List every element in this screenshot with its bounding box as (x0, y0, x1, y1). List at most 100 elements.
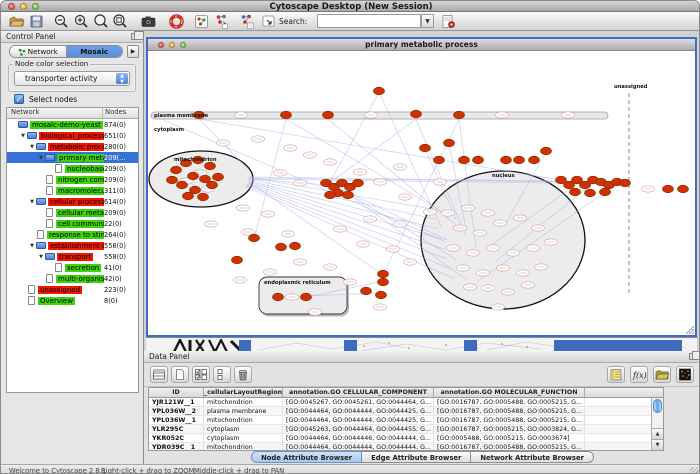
attribute-table-button[interactable] (150, 366, 168, 383)
search-input[interactable] (317, 14, 421, 28)
table-cell: YKR052C (149, 434, 204, 442)
tab-network-attribute-browser[interactable]: Network Attribute Browser (471, 451, 594, 463)
tree-row[interactable]: cell communicat22(0) (7, 218, 138, 229)
zoom-in-icon[interactable] (73, 13, 90, 30)
tree-row[interactable]: Overview8(0) (7, 295, 138, 306)
status-bar: Welcome to Cytoscape 2.8.1 Right-click +… (1, 464, 700, 474)
network-edit-1-icon[interactable] (214, 13, 231, 30)
zoom-fit-icon[interactable] (93, 13, 110, 30)
table-row[interactable]: YPL036W__1mitochondrion[GO:0044464, GO:0… (149, 416, 651, 425)
view-filter-icon[interactable] (260, 13, 277, 30)
column-header[interactable]: _cellularLayoutRegion (204, 388, 283, 397)
file-icon (28, 285, 35, 294)
tab-overflow-button[interactable]: ▶ (127, 45, 139, 58)
attribute-list-button[interactable] (607, 366, 625, 383)
new-attribute-button[interactable] (171, 366, 189, 383)
scroll-up-button[interactable]: ▲ (652, 428, 663, 439)
node-color-select-value: transporter activity (25, 74, 97, 83)
tree-column-nodes[interactable]: Nodes (103, 108, 138, 118)
tree-row[interactable]: unassigned223(0) (7, 284, 138, 295)
help-ring-icon[interactable] (168, 13, 185, 30)
tree-row[interactable]: ▼metabolic process280(0) (7, 141, 138, 152)
column-header[interactable]: annotation.GO MOLECULAR_FUNCTION (434, 388, 585, 397)
folder-icon (27, 132, 37, 139)
tab-mosaic[interactable]: Mosaic (67, 46, 123, 57)
background-window-fragment[interactable] (146, 337, 697, 351)
tree-row[interactable]: mosaic-demo-yeast874(0) (7, 119, 138, 130)
table-row[interactable]: YPL036W__2plasma membrane[GO:0044464, GO… (149, 407, 651, 416)
tab-edge-attribute-browser[interactable]: Edge Attribute Browser (362, 451, 471, 463)
tree-row-node-count: 264(0) (104, 231, 138, 239)
resize-grip[interactable] (690, 467, 700, 474)
network-edit-2-icon[interactable] (239, 13, 256, 30)
table-row[interactable]: YKR052Ccytoplasm[GO:0044464, GO:0044446,… (149, 434, 651, 443)
tree-row-node-count: 8(0) (104, 297, 138, 305)
zoom-selected-icon[interactable] (112, 13, 129, 30)
import-attributes-button[interactable] (653, 366, 671, 383)
float-panel-icon[interactable] (131, 33, 139, 40)
attribute-tool-icon[interactable] (440, 13, 457, 30)
table-cell: cytoplasm (204, 425, 283, 433)
zoom-out-icon[interactable] (53, 13, 70, 30)
tree-row[interactable]: secretion41(0) (7, 262, 138, 273)
table-row[interactable]: YJR121W__1mitochondrion[GO:0045267, GO:0… (149, 398, 651, 407)
column-header[interactable]: annotation.GO CELLULAR_COMPONENT (283, 388, 434, 397)
status-welcome: Welcome to Cytoscape 2.8.1 (9, 467, 106, 474)
tree-row[interactable]: ▼primary metabol209(... (7, 152, 138, 163)
column-header[interactable]: ID (149, 388, 204, 397)
tree-row[interactable]: macromolecule311(0) (7, 185, 138, 196)
tree-row[interactable]: response to stimulu264(0) (7, 229, 138, 240)
float-panel-icon[interactable] (689, 353, 697, 360)
attribute-matrix-button[interactable] (676, 366, 694, 383)
tab-node-attribute-browser[interactable]: Node Attribute Browser (251, 451, 362, 463)
open-folder-icon[interactable] (8, 13, 25, 30)
tree-row-label: response to stimulu (47, 231, 104, 239)
tree-row[interactable]: multi-organism pro42(0) (7, 273, 138, 284)
tab-network[interactable]: Network (10, 46, 67, 57)
search-label: Search: (279, 17, 307, 26)
camera-icon[interactable] (140, 13, 157, 30)
table-cell: [GO:0005488, GO:0005215, GO:0003674] (434, 434, 585, 442)
tree-row[interactable]: nucleobase-co209(0) (7, 163, 138, 174)
cytoscape-window: Cytoscape Desktop (New Session) Search: … (0, 0, 700, 474)
network-canvas[interactable]: plasma membranecytoplasmmitochondrionnuc… (148, 51, 695, 335)
tree-expander-icon[interactable]: ▼ (28, 243, 36, 249)
select-nodes-row: ✓ Select nodes (14, 93, 77, 105)
network-view-titlebar[interactable]: primary metabolic process (148, 39, 695, 51)
tree-row[interactable]: ▼establishment of lo558(0) (7, 240, 138, 251)
tree-row[interactable]: ▼biological_process651(0) (7, 130, 138, 141)
tree-row[interactable]: ▼transport558(0) (7, 251, 138, 262)
save-icon[interactable] (28, 13, 45, 30)
tree-expander-icon[interactable]: ▼ (28, 144, 36, 150)
tree-expander-icon[interactable]: ▼ (28, 199, 36, 205)
table-cell: mitochondrion (204, 398, 283, 406)
tree-row-node-count: 651(0) (104, 132, 138, 140)
network-box-icon[interactable] (193, 13, 210, 30)
svg-text:plasma membrane: plasma membrane (154, 113, 209, 119)
select-attributes-button[interactable] (192, 366, 210, 383)
scrollbar-thumb[interactable] (653, 399, 662, 413)
tree-expander-icon[interactable]: ▼ (19, 133, 27, 139)
delete-attribute-button[interactable] (234, 366, 252, 383)
tree-column-network[interactable]: Network (7, 108, 103, 118)
select-nodes-checkbox[interactable]: ✓ (14, 94, 24, 104)
network-view-window[interactable]: primary metabolic process plasma membran… (146, 37, 697, 337)
search-dropdown-button[interactable]: ▼ (421, 14, 434, 28)
tree-row[interactable]: cellular metabol209(0) (7, 207, 138, 218)
table-cell: YPL036W__1 (149, 416, 204, 424)
table-row[interactable]: YLR295Ccytoplasm[GO:0045263, GO:0044464,… (149, 425, 651, 434)
scroll-down-button[interactable]: ▼ (652, 439, 663, 450)
tree-expander-icon[interactable]: ▼ (37, 155, 45, 161)
unselect-attributes-button[interactable] (213, 366, 231, 383)
data-panel-title: Data Panel (149, 352, 190, 361)
tree-row-node-count: 209(0) (104, 209, 138, 217)
tree-expander-icon[interactable]: ▼ (37, 254, 45, 260)
table-scrollbar[interactable]: ▲ ▼ (651, 398, 663, 450)
tree-row-label: nucleobase-co (65, 165, 104, 173)
function-builder-button[interactable]: f(x) (630, 366, 648, 383)
table-row[interactable]: YDR039C__1mitochondrion[GO:0044464, GO:0… (149, 443, 651, 450)
tree-row[interactable]: nitrogen compo209(0) (7, 174, 138, 185)
node-color-select[interactable]: transporter activity ▲▼ (14, 71, 130, 86)
table-cell: YPL036W__2 (149, 407, 204, 415)
tree-row[interactable]: ▼cellular process614(0) (7, 196, 138, 207)
